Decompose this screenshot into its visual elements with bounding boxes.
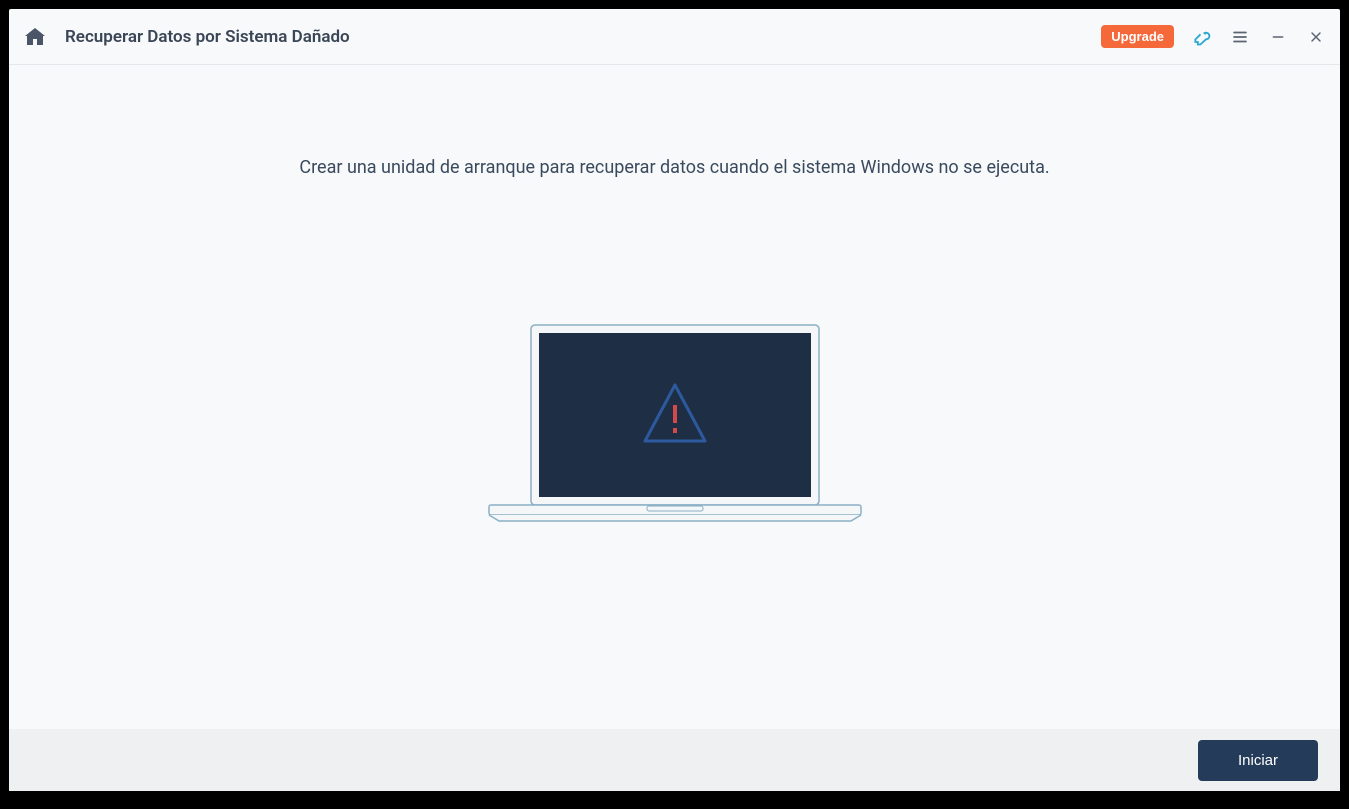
main-content: Crear una unidad de arranque para recupe…: [9, 65, 1340, 729]
upgrade-button[interactable]: Upgrade: [1101, 25, 1174, 48]
hamburger-menu-icon[interactable]: [1230, 27, 1250, 47]
home-icon[interactable]: [23, 25, 47, 49]
close-icon[interactable]: [1306, 27, 1326, 47]
footer-bar: Iniciar: [9, 729, 1340, 791]
minimize-icon[interactable]: [1268, 27, 1288, 47]
header-controls: Upgrade: [1101, 25, 1326, 48]
app-window: Recuperar Datos por Sistema Dañado Upgra…: [9, 9, 1340, 791]
description-text: Crear una unidad de arranque para recupe…: [299, 157, 1049, 178]
start-button[interactable]: Iniciar: [1198, 740, 1318, 781]
key-icon[interactable]: [1192, 27, 1212, 47]
header-bar: Recuperar Datos por Sistema Dañado Upgra…: [9, 9, 1340, 65]
crashed-laptop-illustration: [487, 323, 863, 527]
page-title: Recuperar Datos por Sistema Dañado: [65, 27, 1101, 47]
